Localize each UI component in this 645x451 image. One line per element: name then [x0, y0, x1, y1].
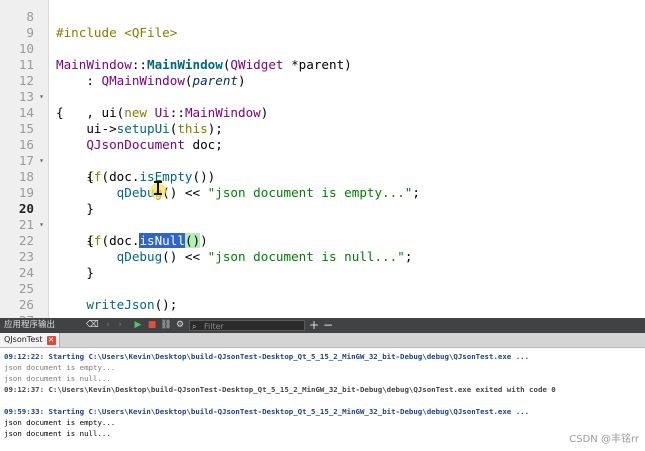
code-line: 9: [0, 9, 645, 40]
application-output[interactable]: 09:12:22: Starting C:\Users\Kevin\Deskto…: [0, 348, 645, 451]
output-line: 09:59:33: Starting C:\Users\Kevin\Deskto…: [4, 407, 530, 416]
stop-icon[interactable]: ■: [146, 318, 158, 333]
attach-icon[interactable]: ⛓: [160, 318, 172, 333]
code-line-current: 20 ▾ if(doc.isNull()): [0, 185, 645, 248]
code-line: 27 }: [0, 297, 645, 318]
settings-icon[interactable]: ⚙: [174, 318, 186, 333]
code-editor[interactable]: 8 #include <QFile> 9 10 MainWindow::Main…: [0, 0, 645, 318]
output-line: json document is null...: [4, 374, 111, 383]
code-line: 13 {: [0, 73, 645, 120]
output-line: 09:12:37: C:\Users\Kevin\Desktop\build-Q…: [4, 385, 556, 394]
watermark: CSDN @丰铭rr: [569, 434, 639, 445]
output-line: json document is empty...: [4, 418, 116, 427]
code-line: 23 }: [0, 233, 645, 280]
output-pane-title: 应用程序输出: [4, 320, 56, 330]
zoom-out-button[interactable]: −: [322, 318, 334, 333]
code-line: 24: [0, 249, 645, 280]
code-line: 22 qDebug() << "json document is null...…: [0, 217, 645, 264]
code-line: 14 ui->setupUi(this);: [0, 89, 645, 136]
next-icon[interactable]: ›: [114, 318, 126, 333]
filter-icon: ⌕: [192, 322, 197, 331]
output-line: 09:12:22: Starting C:\Users\Kevin\Deskto…: [4, 352, 530, 361]
output-tab-strip: QJsonTest ✕: [0, 333, 645, 348]
close-icon[interactable]: ✕: [46, 336, 56, 345]
previous-icon[interactable]: ‹: [102, 318, 114, 333]
tab-qjsontest[interactable]: QJsonTest ✕: [0, 333, 60, 347]
code-line: 8 #include <QFile>: [0, 0, 645, 40]
code-line: 10 MainWindow::MainWindow(QWidget *paren…: [0, 25, 645, 72]
output-line: json document is empty...: [4, 363, 116, 372]
code-line: 17 {: [0, 137, 645, 184]
filter-input[interactable]: ⌕ Filter: [189, 320, 305, 331]
clean-icon[interactable]: ⌫: [86, 318, 99, 333]
output-line: json document is null...: [4, 429, 111, 438]
code-line: 25 writeJson();: [0, 265, 645, 312]
filter-placeholder: Filter: [204, 322, 224, 331]
code-line: 16 ▾ if(doc.isEmpty()): [0, 121, 645, 184]
text-cursor-icon: [154, 181, 162, 195]
output-toolbar: 应用程序输出 ⌫ ‹ › ▶ ■ ⛓ ⚙ ⌕ Filter + −: [0, 318, 645, 333]
rerun-icon[interactable]: ▶: [132, 318, 144, 333]
code-line: 12 ▾ , ui(new Ui::MainWindow): [0, 57, 645, 120]
code-line: 18 qDebug() << "json document is empty..…: [0, 153, 645, 200]
zoom-in-button[interactable]: +: [308, 318, 320, 333]
code-line: 15 QJsonDocument doc;: [0, 105, 645, 152]
code-line: 11 : QMainWindow(parent): [0, 41, 645, 88]
code-line: 21 {: [0, 201, 645, 248]
code-line: 26: [0, 281, 645, 312]
tab-label: QJsonTest: [4, 335, 43, 344]
code-line: 19 }: [0, 169, 645, 216]
